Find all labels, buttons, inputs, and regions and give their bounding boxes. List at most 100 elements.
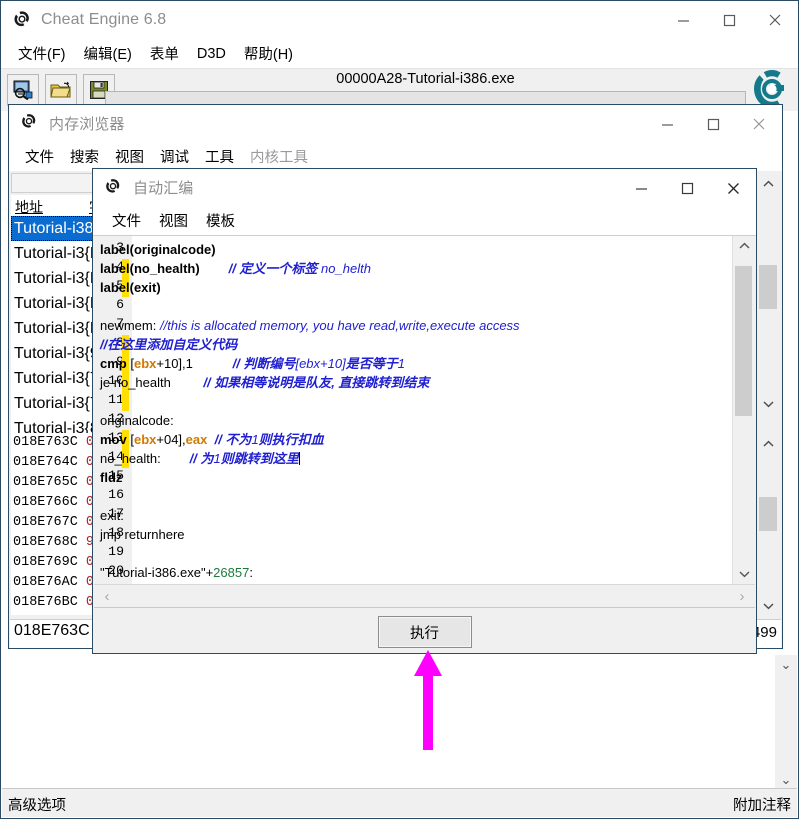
code-line[interactable]: originalcode: (100, 411, 174, 430)
chevron-up-icon[interactable] (756, 173, 780, 195)
code-token: newmem: (100, 318, 160, 333)
code-line[interactable]: jmp returnhere (100, 525, 185, 544)
maximize-icon[interactable] (664, 169, 710, 207)
chevron-down-icon[interactable]: ⌄ (775, 655, 797, 675)
chevron-down-icon[interactable] (733, 564, 755, 584)
hex-address: 018E769C (13, 555, 78, 570)
editor-horizontal-scrollbar[interactable]: ‹ › (94, 584, 755, 608)
code-token: 1 (213, 451, 221, 466)
code-token: +10],1 (156, 356, 193, 371)
code-token: exit: (100, 508, 124, 523)
code-token: ebx (133, 356, 157, 371)
chevron-down-icon[interactable] (756, 393, 780, 415)
line-number: 11 (108, 392, 124, 407)
code-line[interactable]: label(exit) (100, 278, 161, 297)
disassembler-scrollbar[interactable] (755, 173, 780, 415)
code-line[interactable]: cmp [ebx+10],1 // 判断编号[ebx+10]是否等于1 (100, 354, 405, 373)
maximize-icon[interactable] (690, 105, 736, 143)
cheat-engine-icon (103, 177, 125, 199)
menu-item-view[interactable]: 视图 (150, 208, 197, 233)
hex-address: 018E767C (13, 515, 78, 530)
code-line[interactable]: label(originalcode) (100, 240, 216, 259)
attached-process-label: 00000A28-Tutorial-i386.exe (336, 71, 515, 87)
hexview-scrollbar[interactable] (755, 433, 780, 617)
code-line[interactable]: je no_health // 如果相等说明是队友, 直接跳转到结束 (100, 373, 429, 392)
code-token: [ebx+10] (295, 356, 346, 371)
menu-item-edit[interactable]: 编辑(E) (75, 40, 141, 67)
code-token: // 判断编号 (232, 356, 296, 371)
main-window-title: Cheat Engine 6.8 (41, 11, 167, 28)
column-address[interactable]: 地址 (15, 197, 43, 217)
menu-item-view[interactable]: 视图 (107, 143, 152, 170)
process-select-icon[interactable] (7, 74, 39, 106)
auto-assemble-window-controls (618, 169, 756, 207)
code-line[interactable]: //在这里添加自定义代码 (100, 335, 237, 354)
assembly-code-editor[interactable]: 34567891011121314151617181920212223 labe… (94, 236, 755, 584)
close-icon[interactable] (710, 169, 756, 207)
chevron-up-icon[interactable] (756, 433, 780, 455)
code-token: je no_health (100, 375, 171, 390)
scrollbar-thumb[interactable] (759, 497, 777, 531)
screen-root: Cheat Engine 6.8 文件(F) 编辑(E) 表单 D3D 帮助(H… (0, 0, 799, 819)
advanced-options-link[interactable]: 高级选项 (8, 794, 66, 815)
code-token: mov (100, 432, 131, 447)
maximize-icon[interactable] (706, 1, 752, 39)
code-token: //在这里添加自定义代码 (100, 337, 238, 352)
code-token: eax (185, 432, 208, 447)
close-icon[interactable] (752, 1, 798, 39)
code-line[interactable]: fldz (100, 468, 122, 487)
main-right-scrollbar[interactable]: ⌄ ⌄ (775, 655, 797, 790)
status-address: 018E763C - (14, 622, 100, 639)
scrollbar-thumb[interactable] (735, 266, 752, 416)
execute-button[interactable]: 执行 (377, 616, 472, 648)
hex-address: 018E766C (13, 495, 78, 510)
memory-viewer-title: 内存浏览器 (49, 115, 125, 133)
open-folder-icon[interactable] (45, 74, 77, 106)
code-line[interactable]: no_health: // 为1则跳转到这里 (100, 449, 300, 468)
chevron-down-icon[interactable] (756, 595, 780, 617)
menu-item-help[interactable]: 帮助(H) (235, 40, 302, 67)
hex-address: 018E76BC (13, 595, 78, 610)
code-line[interactable]: mov [ebx+04],eax // 不为1则执行扣血 (100, 430, 324, 449)
additional-notes-link[interactable]: 附加注释 (733, 794, 791, 815)
code-line[interactable]: "Tutorial-i386.exe"+26857: (100, 563, 253, 582)
menu-item-search[interactable]: 搜索 (62, 143, 107, 170)
line-number: 6 (116, 297, 124, 312)
code-token: "Tutorial-i386.exe"+ (100, 565, 214, 580)
close-icon[interactable] (736, 105, 782, 143)
menu-item-kernel-tools[interactable]: 内核工具 (242, 143, 316, 170)
code-line[interactable]: exit: (100, 506, 124, 525)
line-number: 19 (108, 544, 124, 559)
menu-item-d3d[interactable]: D3D (188, 43, 235, 65)
menu-item-file[interactable]: 文件 (17, 143, 62, 170)
minimize-icon[interactable] (644, 105, 690, 143)
chevron-right-icon[interactable]: › (731, 585, 753, 608)
code-token: label(exit) (100, 280, 161, 295)
modified-line-marker (122, 392, 129, 411)
chevron-down-icon-2[interactable]: ⌄ (775, 770, 797, 790)
menu-item-debug[interactable]: 调试 (152, 143, 197, 170)
menu-item-table[interactable]: 表单 (141, 40, 188, 67)
main-menubar: 文件(F) 编辑(E) 表单 D3D 帮助(H) (1, 39, 798, 68)
chevron-left-icon[interactable]: ‹ (96, 585, 118, 608)
chevron-up-icon[interactable] (733, 236, 755, 256)
memory-viewer-window-controls (644, 105, 782, 143)
code-token: // 如果相等说明是队友, 直接跳转到结束 (203, 375, 430, 390)
code-token: jmp returnhere (100, 527, 185, 542)
auto-assemble-menubar: 文件 视图 模板 (93, 206, 756, 236)
minimize-icon[interactable] (660, 1, 706, 39)
code-token: 26857 (213, 565, 250, 580)
code-line[interactable]: newmem: //this is allocated memory, you … (100, 316, 520, 335)
scrollbar-thumb[interactable] (759, 265, 777, 309)
menu-item-tools[interactable]: 工具 (197, 143, 242, 170)
menu-item-file[interactable]: 文件 (103, 208, 150, 233)
code-line[interactable]: label(no_health) // 定义一个标签 no_helth (100, 259, 371, 278)
code-token: 则执行扣血 (258, 432, 324, 447)
menu-item-template[interactable]: 模板 (197, 208, 244, 233)
code-token: 1 (397, 356, 405, 371)
menu-item-file[interactable]: 文件(F) (9, 40, 75, 67)
editor-vertical-scrollbar[interactable] (732, 236, 755, 584)
minimize-icon[interactable] (618, 169, 664, 207)
